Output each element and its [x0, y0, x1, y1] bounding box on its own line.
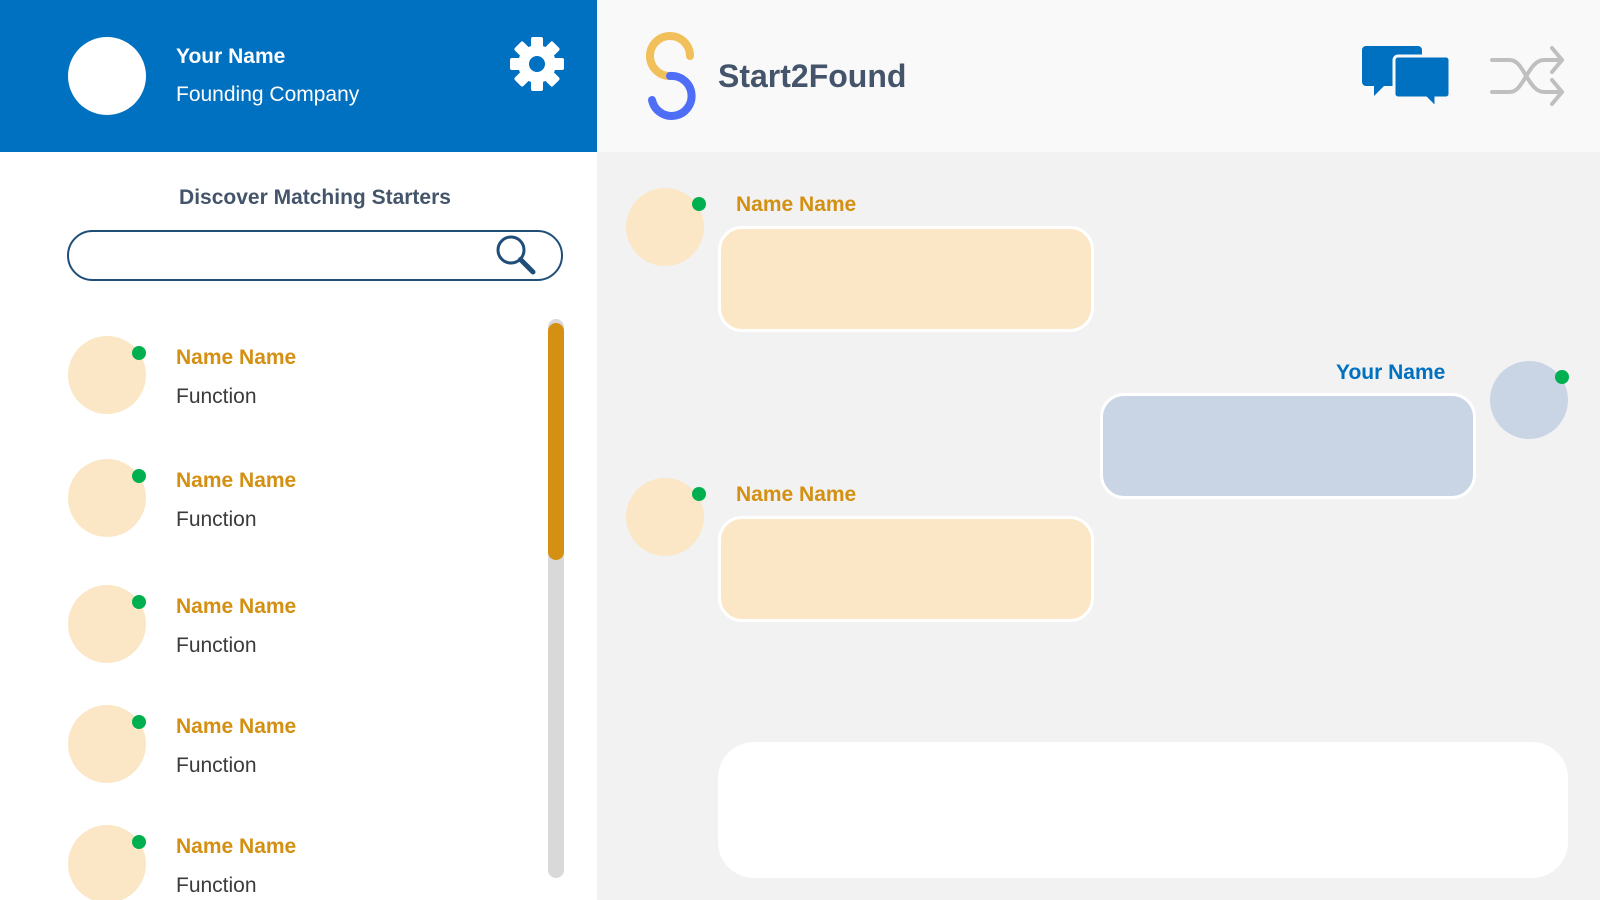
message-bubble: [718, 516, 1094, 622]
starter-function: Function: [176, 754, 257, 777]
starter-function: Function: [176, 874, 257, 897]
starter-name: Name Name: [176, 715, 297, 738]
online-status-dot: [132, 469, 146, 483]
message-sender-name: Your Name: [1336, 361, 1446, 384]
online-status-dot: [132, 595, 146, 609]
starters-list: Name Name Function Name Name Function Na…: [0, 0, 540, 900]
starter-name: Name Name: [176, 595, 297, 618]
message-sender-name: Name Name: [736, 483, 857, 506]
list-item[interactable]: Name Name Function: [0, 825, 530, 900]
message-bubble: [1100, 393, 1476, 499]
list-item[interactable]: Name Name Function: [0, 705, 530, 805]
starter-name: Name Name: [176, 346, 297, 369]
online-status-dot: [692, 487, 706, 501]
online-status-dot: [1555, 370, 1569, 384]
starters-sidebar: Your Name Founding Company Discover Matc…: [0, 0, 597, 900]
online-status-dot: [692, 197, 706, 211]
starter-function: Function: [176, 508, 257, 531]
brand-name: Start2Found: [718, 58, 907, 94]
message-sender-name: Name Name: [736, 193, 857, 216]
message-input[interactable]: [742, 762, 1542, 858]
online-status-dot: [132, 715, 146, 729]
online-status-dot: [132, 835, 146, 849]
starter-function: Function: [176, 634, 257, 657]
message-composer: [718, 742, 1568, 878]
starter-name: Name Name: [176, 469, 297, 492]
list-item[interactable]: Name Name Function: [0, 585, 530, 685]
chat-icon[interactable]: [1362, 44, 1450, 108]
list-item[interactable]: Name Name Function: [0, 459, 530, 559]
start2found-logo-icon: [646, 32, 696, 120]
starter-function: Function: [176, 385, 257, 408]
starter-name: Name Name: [176, 835, 297, 858]
shuffle-icon[interactable]: [1490, 44, 1566, 108]
message-bubble: [718, 226, 1094, 332]
list-item[interactable]: Name Name Function: [0, 336, 530, 436]
online-status-dot: [132, 346, 146, 360]
scrollbar-thumb[interactable]: [548, 323, 564, 560]
